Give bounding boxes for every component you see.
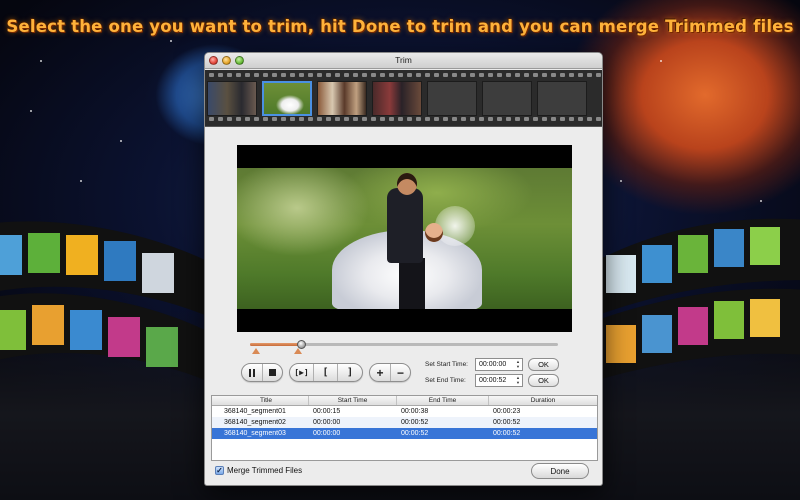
cell-title: 368140_segment02 bbox=[224, 419, 286, 426]
column-header-end-time[interactable]: End Time bbox=[397, 396, 489, 405]
mark-out-button[interactable]: ] bbox=[338, 364, 362, 381]
table-row[interactable]: 368140_segment02 00:00:00 00:00:52 00:00… bbox=[212, 417, 597, 428]
film-sprockets-top bbox=[205, 73, 602, 79]
clip-thumbnail-2[interactable] bbox=[262, 81, 312, 116]
segments-table: Title Start Time End Time Duration 36814… bbox=[211, 395, 598, 461]
column-header-start-time[interactable]: Start Time bbox=[309, 396, 397, 405]
video-preview[interactable] bbox=[237, 145, 572, 332]
mark-in-icon: [ bbox=[322, 367, 329, 378]
start-time-value: 00:00:00 bbox=[479, 361, 507, 368]
empty-thumbnail-slot bbox=[482, 81, 532, 116]
end-time-row: Set End Time: 00:00:52 ▲ ▼ OK bbox=[425, 374, 559, 387]
minus-icon: − bbox=[396, 365, 404, 380]
end-time-label: Set End Time: bbox=[425, 377, 466, 384]
cell-duration: 00:00:23 bbox=[493, 408, 521, 415]
merge-label[interactable]: Merge Trimmed Files bbox=[227, 466, 302, 475]
play-segment-icon: [▶] bbox=[294, 368, 309, 377]
cell-title: 368140_segment01 bbox=[224, 408, 286, 415]
play-segment-button[interactable]: [▶] bbox=[290, 364, 314, 381]
stop-button[interactable] bbox=[263, 364, 282, 381]
cell-start-time: 00:00:15 bbox=[313, 408, 341, 415]
timeline-slider[interactable] bbox=[250, 340, 558, 355]
end-time-field[interactable]: 00:00:52 ▲ ▼ bbox=[475, 374, 523, 387]
table-row-selected[interactable]: 368140_segment03 00:00:00 00:00:52 00:00… bbox=[212, 428, 597, 439]
stop-icon bbox=[269, 369, 276, 376]
film-strip-left-decoration bbox=[0, 221, 205, 380]
cell-title: 368140_segment03 bbox=[224, 430, 286, 437]
film-strip-right-decoration bbox=[598, 218, 800, 380]
cell-start-time: 00:00:00 bbox=[313, 419, 341, 426]
mark-out-icon: ] bbox=[346, 367, 354, 378]
film-sprockets-bottom bbox=[205, 117, 602, 123]
clip-thumbnail-4[interactable] bbox=[372, 81, 422, 116]
start-marker-icon[interactable] bbox=[252, 348, 261, 354]
add-segment-button[interactable]: + bbox=[370, 364, 391, 381]
pause-icon bbox=[249, 368, 255, 377]
promo-headline: Select the one you want to trim, hit Don… bbox=[6, 17, 794, 36]
empty-thumbnail-slot bbox=[427, 81, 477, 116]
clip-thumbnail-1[interactable] bbox=[207, 81, 257, 116]
start-time-row: Set Start Time: 00:00:00 ▲ ▼ OK bbox=[425, 358, 559, 371]
window-title: Trim bbox=[395, 55, 412, 65]
table-header: Title Start Time End Time Duration bbox=[212, 396, 597, 406]
clip-thumbnail-strip bbox=[205, 70, 602, 127]
column-header-duration[interactable]: Duration bbox=[489, 396, 597, 405]
start-time-ok-button[interactable]: OK bbox=[528, 358, 559, 371]
pause-button[interactable] bbox=[242, 364, 263, 381]
plus-icon: + bbox=[376, 365, 384, 380]
cell-end-time: 00:00:38 bbox=[401, 408, 429, 415]
trim-window: Trim [▶] [] + − Set Start Time: 00:00:0… bbox=[204, 52, 603, 486]
start-time-label: Set Start Time: bbox=[425, 361, 468, 368]
table-row[interactable]: 368140_segment01 00:00:15 00:00:38 00:00… bbox=[212, 406, 597, 417]
playhead-knob[interactable] bbox=[296, 340, 306, 349]
mark-in-button[interactable]: [ bbox=[314, 364, 338, 381]
end-time-stepper[interactable]: ▲ ▼ bbox=[515, 376, 521, 385]
playback-controls bbox=[241, 363, 283, 382]
remove-segment-button[interactable]: − bbox=[391, 364, 410, 381]
start-time-field[interactable]: 00:00:00 ▲ ▼ bbox=[475, 358, 523, 371]
segment-add-remove: + − bbox=[369, 363, 411, 382]
merge-option: ✓ Merge Trimmed Files bbox=[215, 466, 302, 475]
merge-checkbox[interactable]: ✓ bbox=[215, 466, 224, 475]
cell-end-time: 00:00:52 bbox=[401, 419, 429, 426]
title-bar[interactable]: Trim bbox=[205, 53, 602, 69]
column-header-title[interactable]: Title bbox=[212, 396, 309, 405]
cell-duration: 00:00:52 bbox=[493, 430, 521, 437]
start-time-stepper[interactable]: ▲ ▼ bbox=[515, 360, 521, 369]
slider-selection-range bbox=[250, 343, 301, 346]
cell-duration: 00:00:52 bbox=[493, 419, 521, 426]
clip-thumbnail-3[interactable] bbox=[317, 81, 367, 116]
end-time-value: 00:00:52 bbox=[479, 377, 507, 384]
segment-controls: [▶] [ ] bbox=[289, 363, 363, 382]
video-frame-image bbox=[237, 168, 572, 309]
cell-start-time: 00:00:00 bbox=[313, 430, 341, 437]
empty-thumbnail-slot bbox=[537, 81, 587, 116]
done-button[interactable]: Done bbox=[531, 463, 589, 479]
cell-end-time: 00:00:52 bbox=[401, 430, 429, 437]
end-time-ok-button[interactable]: OK bbox=[528, 374, 559, 387]
